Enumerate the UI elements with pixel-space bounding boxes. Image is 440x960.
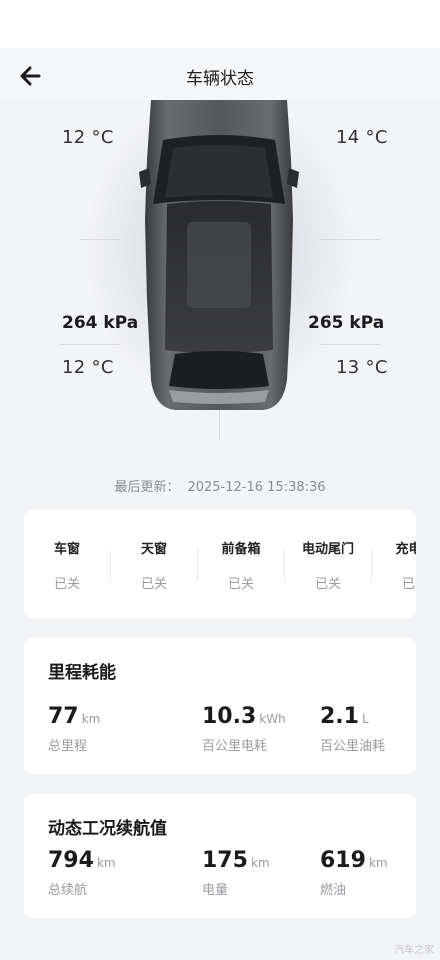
guide-line [80, 239, 120, 240]
status-value: 已关 [140, 577, 167, 592]
metric-value: 2.1 [320, 704, 359, 729]
metric-label: 百公里油耗 [320, 739, 386, 754]
metric-unit: km [250, 856, 270, 870]
metric-label: 总里程 [48, 739, 88, 754]
metric-value: 10.3 [202, 704, 257, 729]
header: 车辆状态 [0, 48, 440, 104]
card-title: 里程耗能 [48, 663, 116, 683]
metric-fuel-per-100km: 2.1 L 百公里油耗 [320, 704, 385, 754]
metric-total-mileage: 77 km 总里程 [48, 704, 100, 754]
metric-fuel-range: 619 km 燃油 [320, 848, 388, 898]
guide-line [60, 344, 120, 345]
card-title: 动态工况续航值 [48, 819, 167, 839]
status-value: 已关 [314, 577, 341, 592]
rear-left-tire-temp: 12 °C [62, 357, 114, 378]
last-update-time: 2025-12-16 15:38:36 [187, 480, 326, 495]
status-label: 前备箱 [221, 542, 261, 557]
car-top-view [139, 100, 299, 410]
status-value: 已关 [53, 577, 80, 592]
status-item-sunroof: 天窗 已关 [111, 538, 197, 592]
metric-unit: L [361, 712, 369, 726]
metric-unit: km [81, 712, 101, 726]
mileage-energy-card: 里程耗能 77 km 总里程 10.3 kWh 百公里电耗 2.1 L 百公里油耗 [24, 638, 416, 774]
status-item-power-tailgate: 电动尾门 已关 [285, 538, 371, 592]
metric-value: 77 [48, 704, 79, 729]
watermark: 汽车之家 [394, 945, 434, 956]
front-right-tire-temp: 14 °C [336, 127, 388, 148]
vehicle-overview: 12 °C 14 °C 264 kPa 265 kPa 12 °C 13 °C [0, 100, 440, 460]
status-item-window: 车窗 已关 [24, 538, 110, 592]
status-item-charge-port: 充电口 已关 [372, 538, 416, 592]
front-left-tire-temp: 12 °C [62, 127, 114, 148]
rear-left-tire-pressure: 264 kPa [62, 313, 139, 333]
metric-label: 电量 [202, 883, 229, 898]
metric-label: 燃油 [320, 883, 347, 898]
guide-line [320, 239, 380, 240]
page-title: 车辆状态 [186, 69, 254, 89]
status-label: 电动尾门 [301, 542, 354, 557]
guide-line [320, 344, 380, 345]
rear-right-tire-pressure: 265 kPa [308, 313, 385, 333]
metric-unit: kWh [259, 712, 286, 726]
status-label: 充电口 [395, 542, 416, 557]
status-label: 天窗 [140, 542, 167, 557]
metric-electricity-per-100km: 10.3 kWh 百公里电耗 [202, 704, 286, 754]
metric-value: 619 [320, 848, 366, 873]
metric-label: 总续航 [48, 883, 88, 898]
metric-value: 175 [202, 848, 248, 873]
status-value: 已关 [227, 577, 254, 592]
status-label: 车窗 [53, 542, 80, 557]
status-value: 已关 [401, 577, 416, 592]
dynamic-range-card: 动态工况续航值 794 km 总续航 175 km 电量 619 km 燃油 [24, 794, 416, 918]
door-status-card[interactable]: 车窗 已关 天窗 已关 前备箱 已关 电动尾门 已关 充电口 已关 [24, 510, 416, 618]
status-item-frunk: 前备箱 已关 [198, 538, 284, 592]
metric-unit: km [368, 856, 388, 870]
metric-total-range: 794 km 总续航 [48, 848, 116, 898]
last-update-label: 最后更新： [114, 480, 180, 495]
status-bar-area [0, 0, 440, 48]
rear-right-tire-temp: 13 °C [336, 357, 388, 378]
metric-electric-range: 175 km 电量 [202, 848, 270, 898]
last-update: 最后更新： 2025-12-16 15:38:36 [0, 476, 440, 495]
metric-value: 794 [48, 848, 94, 873]
metric-label: 百公里电耗 [202, 739, 268, 754]
metric-unit: km [96, 856, 116, 870]
